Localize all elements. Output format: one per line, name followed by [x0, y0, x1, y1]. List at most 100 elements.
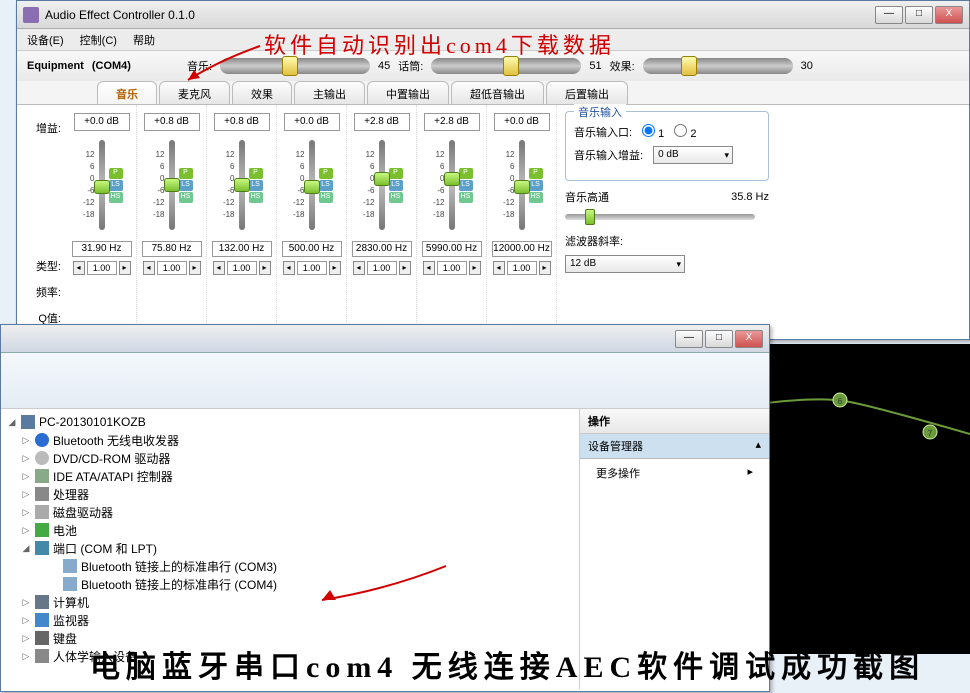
- lowshelf-badge[interactable]: LS: [109, 180, 123, 191]
- gain-value[interactable]: +2.8 dB: [424, 113, 480, 131]
- gain-value[interactable]: +0.8 dB: [144, 113, 200, 131]
- peak-badge[interactable]: P: [179, 168, 193, 179]
- q-value[interactable]: 1.00: [437, 261, 467, 275]
- tree-node-1[interactable]: ▷DVD/CD-ROM 驱动器: [7, 449, 573, 467]
- q-value[interactable]: 1.00: [227, 261, 257, 275]
- q-value[interactable]: 1.00: [157, 261, 187, 275]
- q-decrement[interactable]: ◂: [353, 261, 365, 275]
- tree-node-4[interactable]: ▷磁盘驱动器: [7, 503, 573, 521]
- tree-node-3[interactable]: ▷处理器: [7, 485, 573, 503]
- titlebar[interactable]: Audio Effect Controller 0.1.0 — □ X: [17, 1, 969, 29]
- gain-value[interactable]: +0.0 dB: [494, 113, 550, 131]
- freq-value[interactable]: 31.90 Hz: [72, 241, 132, 257]
- tab-1[interactable]: 麦克风: [159, 81, 230, 104]
- highshelf-badge[interactable]: HS: [249, 192, 263, 203]
- tree-tail-1[interactable]: ▷监视器: [7, 611, 573, 629]
- lowshelf-badge[interactable]: LS: [249, 180, 263, 191]
- q-increment[interactable]: ▸: [539, 261, 551, 275]
- tab-3[interactable]: 主输出: [294, 81, 365, 104]
- tab-0[interactable]: 音乐: [97, 81, 157, 104]
- tab-5[interactable]: 超低音输出: [451, 81, 544, 104]
- minimize-button[interactable]: —: [875, 6, 903, 24]
- lowshelf-badge[interactable]: LS: [319, 180, 333, 191]
- freq-value[interactable]: 5990.00 Hz: [422, 241, 482, 257]
- tree-serial-1[interactable]: Bluetooth 链接上的标准串行 (COM4): [7, 575, 573, 593]
- q-decrement[interactable]: ◂: [493, 261, 505, 275]
- maximize-button[interactable]: □: [905, 6, 933, 24]
- q-decrement[interactable]: ◂: [283, 261, 295, 275]
- effect-level-slider[interactable]: [643, 58, 793, 74]
- gain-value[interactable]: +2.8 dB: [354, 113, 410, 131]
- actions-more[interactable]: 更多操作▸: [580, 459, 769, 487]
- highpass-slider[interactable]: [565, 214, 755, 220]
- gain-slider[interactable]: 1260-6-12-18PLSHS: [212, 135, 272, 235]
- q-increment[interactable]: ▸: [189, 261, 201, 275]
- gain-value[interactable]: +0.0 dB: [74, 113, 130, 131]
- highshelf-badge[interactable]: HS: [179, 192, 193, 203]
- freq-value[interactable]: 2830.00 Hz: [352, 241, 412, 257]
- menu-device[interactable]: 设备(E): [27, 32, 64, 48]
- gain-slider[interactable]: 1260-6-12-18PLSHS: [492, 135, 552, 235]
- q-decrement[interactable]: ◂: [423, 261, 435, 275]
- tree-ports[interactable]: ◢端口 (COM 和 LPT): [7, 539, 573, 557]
- tree-root[interactable]: ◢PC-20130101KOZB: [7, 413, 573, 431]
- menu-help[interactable]: 帮助: [133, 32, 155, 48]
- freq-value[interactable]: 500.00 Hz: [282, 241, 342, 257]
- q-value[interactable]: 1.00: [367, 261, 397, 275]
- highshelf-badge[interactable]: HS: [389, 192, 403, 203]
- gain-slider[interactable]: 1260-6-12-18PLSHS: [352, 135, 412, 235]
- lowshelf-badge[interactable]: LS: [389, 180, 403, 191]
- q-increment[interactable]: ▸: [329, 261, 341, 275]
- tree-node-5[interactable]: ▷电池: [7, 521, 573, 539]
- actions-section[interactable]: 设备管理器▴: [580, 434, 769, 459]
- q-decrement[interactable]: ◂: [213, 261, 225, 275]
- freq-value[interactable]: 75.80 Hz: [142, 241, 202, 257]
- q-increment[interactable]: ▸: [119, 261, 131, 275]
- freq-value[interactable]: 132.00 Hz: [212, 241, 272, 257]
- highshelf-badge[interactable]: HS: [319, 192, 333, 203]
- peak-badge[interactable]: P: [319, 168, 333, 179]
- gain-slider[interactable]: 1260-6-12-18PLSHS: [282, 135, 342, 235]
- gain-value[interactable]: +0.0 dB: [284, 113, 340, 131]
- peak-badge[interactable]: P: [389, 168, 403, 179]
- lowshelf-badge[interactable]: LS: [529, 180, 543, 191]
- tab-2[interactable]: 效果: [232, 81, 292, 104]
- dm-maximize-button[interactable]: □: [705, 330, 733, 348]
- dm-close-button[interactable]: X: [735, 330, 763, 348]
- input-port-radio-1[interactable]: 1: [642, 124, 664, 140]
- music-level-slider[interactable]: [220, 58, 370, 74]
- peak-badge[interactable]: P: [249, 168, 263, 179]
- close-button[interactable]: X: [935, 6, 963, 24]
- input-gain-select[interactable]: 0 dB: [653, 146, 733, 164]
- q-increment[interactable]: ▸: [259, 261, 271, 275]
- peak-badge[interactable]: P: [529, 168, 543, 179]
- dm-titlebar[interactable]: — □ X: [1, 325, 769, 353]
- q-decrement[interactable]: ◂: [73, 261, 85, 275]
- q-increment[interactable]: ▸: [469, 261, 481, 275]
- tree-tail-0[interactable]: ▷计算机: [7, 593, 573, 611]
- dm-minimize-button[interactable]: —: [675, 330, 703, 348]
- lowshelf-badge[interactable]: LS: [459, 180, 473, 191]
- gain-slider[interactable]: 1260-6-12-18PLSHS: [142, 135, 202, 235]
- gain-slider[interactable]: 1260-6-12-18PLSHS: [72, 135, 132, 235]
- tab-6[interactable]: 后置输出: [546, 81, 628, 104]
- q-value[interactable]: 1.00: [87, 261, 117, 275]
- q-increment[interactable]: ▸: [399, 261, 411, 275]
- lowshelf-badge[interactable]: LS: [179, 180, 193, 191]
- menu-control[interactable]: 控制(C): [80, 32, 117, 48]
- tree-node-0[interactable]: ▷Bluetooth 无线电收发器: [7, 431, 573, 449]
- gain-value[interactable]: +0.8 dB: [214, 113, 270, 131]
- mic-level-slider[interactable]: [431, 58, 581, 74]
- tab-4[interactable]: 中置输出: [367, 81, 449, 104]
- input-port-radio-2[interactable]: 2: [674, 124, 696, 140]
- freq-value[interactable]: 12000.00 Hz: [492, 241, 552, 257]
- q-value[interactable]: 1.00: [297, 261, 327, 275]
- q-decrement[interactable]: ◂: [143, 261, 155, 275]
- tree-serial-0[interactable]: Bluetooth 链接上的标准串行 (COM3): [7, 557, 573, 575]
- peak-badge[interactable]: P: [109, 168, 123, 179]
- gain-slider[interactable]: 1260-6-12-18PLSHS: [422, 135, 482, 235]
- highshelf-badge[interactable]: HS: [109, 192, 123, 203]
- highshelf-badge[interactable]: HS: [529, 192, 543, 203]
- slope-select[interactable]: 12 dB: [565, 255, 685, 273]
- highshelf-badge[interactable]: HS: [459, 192, 473, 203]
